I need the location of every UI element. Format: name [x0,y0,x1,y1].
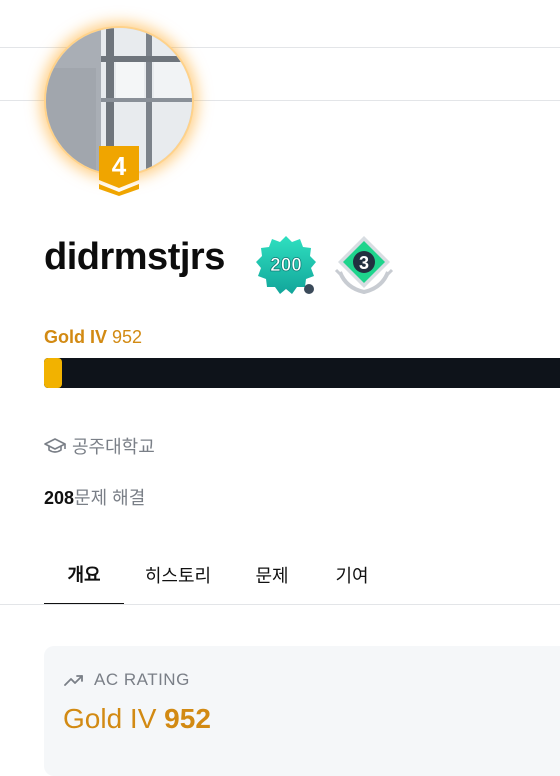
school-name: 공주대학교 [72,437,155,457]
tab-problems[interactable]: 문제 [232,545,312,605]
rating-progress-bar [44,358,560,388]
ac-rating-value: 952 [164,703,211,734]
ac-rating-title: AC RATING [64,670,190,690]
trending-up-icon [64,675,83,686]
ac-rating-tier: Gold IV [63,703,157,734]
rating-summary: Gold IV 952 [44,327,142,348]
tab-contribution[interactable]: 기여 [312,545,392,605]
rating-progress-fill [44,358,62,388]
ac-rating-label: AC RATING [94,670,190,689]
class-badge-icon[interactable]: 3 [332,232,396,296]
school-info[interactable]: 공주대학교 [44,433,155,459]
ac-rating-card: AC RATING Gold IV 952 [44,646,560,776]
graduation-cap-icon [44,438,66,453]
tier-level-badge: 4 [99,146,139,196]
solved-count: 208 [44,488,75,508]
badge-number: 200 [270,255,302,276]
solved-label: 문제 해결 [74,488,146,508]
rating-tier: Gold IV [44,327,107,347]
tab-overview[interactable]: 개요 [44,545,124,605]
rating-value: 952 [112,327,143,347]
solved-count-badge-icon[interactable]: 200 [255,234,317,296]
tab-history[interactable]: 히스토리 [124,545,232,605]
username: didrmstjrs [44,236,225,278]
ac-rating-value-line: Gold IV 952 [63,703,211,735]
profile-tabs: 개요 히스토리 문제 기여 [44,545,392,605]
tabs-divider [0,604,560,605]
class-number: 3 [359,253,369,273]
tier-level-number: 4 [112,151,127,181]
solved-summary: 208문제 해결 [44,484,145,510]
